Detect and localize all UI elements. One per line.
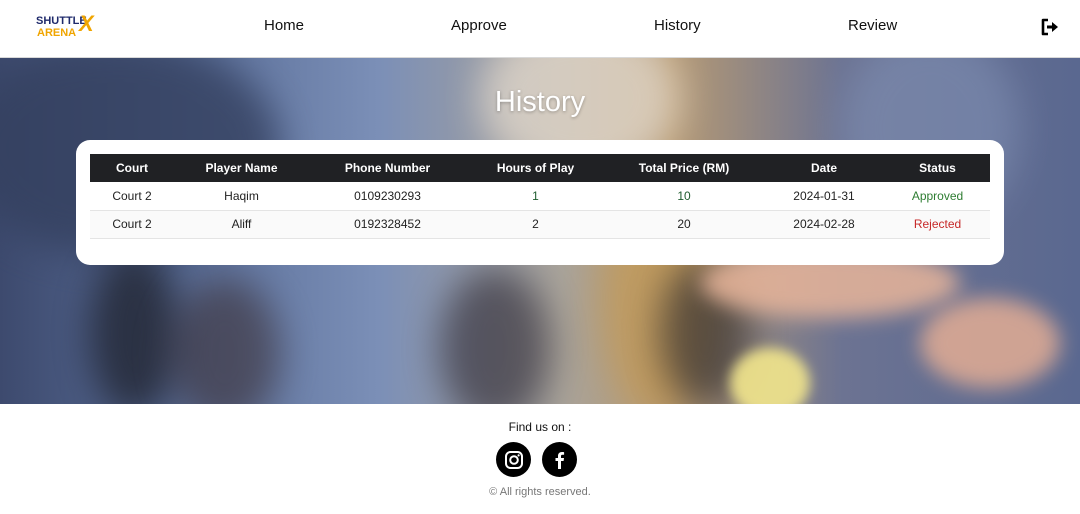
cell-status: Approved [885,182,990,211]
nav-home[interactable]: Home [264,17,304,34]
cell-hours-of-play: 1 [466,182,605,211]
cell-total-price: 20 [605,210,763,239]
col-header-date: Date [810,161,837,175]
table-row: Court 2 Aliff 0192328452 2 20 2024-02-28… [90,210,990,239]
logo-x-mark: X [79,11,94,36]
col-header-total-price: Total Price (RM) [638,161,730,175]
facebook-icon[interactable] [542,442,577,477]
footer: Find us on : © All rights reserved. [0,404,1080,514]
nav-approve[interactable]: Approve [451,17,507,34]
logout-icon[interactable] [1040,17,1060,37]
instagram-icon[interactable] [496,442,531,477]
cell-date: 2024-02-28 [763,210,885,239]
cell-date: 2024-01-31 [763,182,885,211]
col-header-hours-of-play: Hours of Play [496,161,575,175]
cell-phone-number: 0109230293 [309,182,466,211]
top-navbar: SHUTTLE ARENA X Home Approve History Rev… [0,0,1080,58]
copyright-text: © All rights reserved. [489,486,591,498]
col-header-court: Court [116,161,148,175]
cell-total-price: 10 [605,182,763,211]
cell-player-name: Aliff [174,210,309,239]
col-header-player-name: Player Name [205,161,278,175]
logo-text-arena: ARENA [37,27,77,39]
cell-phone-number: 0192328452 [309,210,466,239]
shuttle-arena-logo[interactable]: SHUTTLE ARENA X [36,11,104,41]
col-header-status: Status [919,161,956,175]
hero-section: History Court Player Name Phone Number H… [0,58,1080,404]
table-row: Court 2 Haqim 0109230293 1 10 2024-01-31… [90,182,990,211]
col-header-phone-number: Phone Number [344,161,431,175]
cell-status: Rejected [885,210,990,239]
find-us-label: Find us on : [508,420,572,434]
nav-review[interactable]: Review [848,17,897,34]
cell-court: Court 2 [90,210,174,239]
cell-hours-of-play: 2 [466,210,605,239]
nav-history[interactable]: History [654,17,701,34]
history-table-card: Court Player Name Phone Number Hours of … [76,140,1004,265]
table-header-row: Court Player Name Phone Number Hours of … [90,154,990,182]
history-table: Court Player Name Phone Number Hours of … [90,154,990,239]
cell-court: Court 2 [90,182,174,211]
cell-player-name: Haqim [174,182,309,211]
page-title: History [494,86,586,118]
